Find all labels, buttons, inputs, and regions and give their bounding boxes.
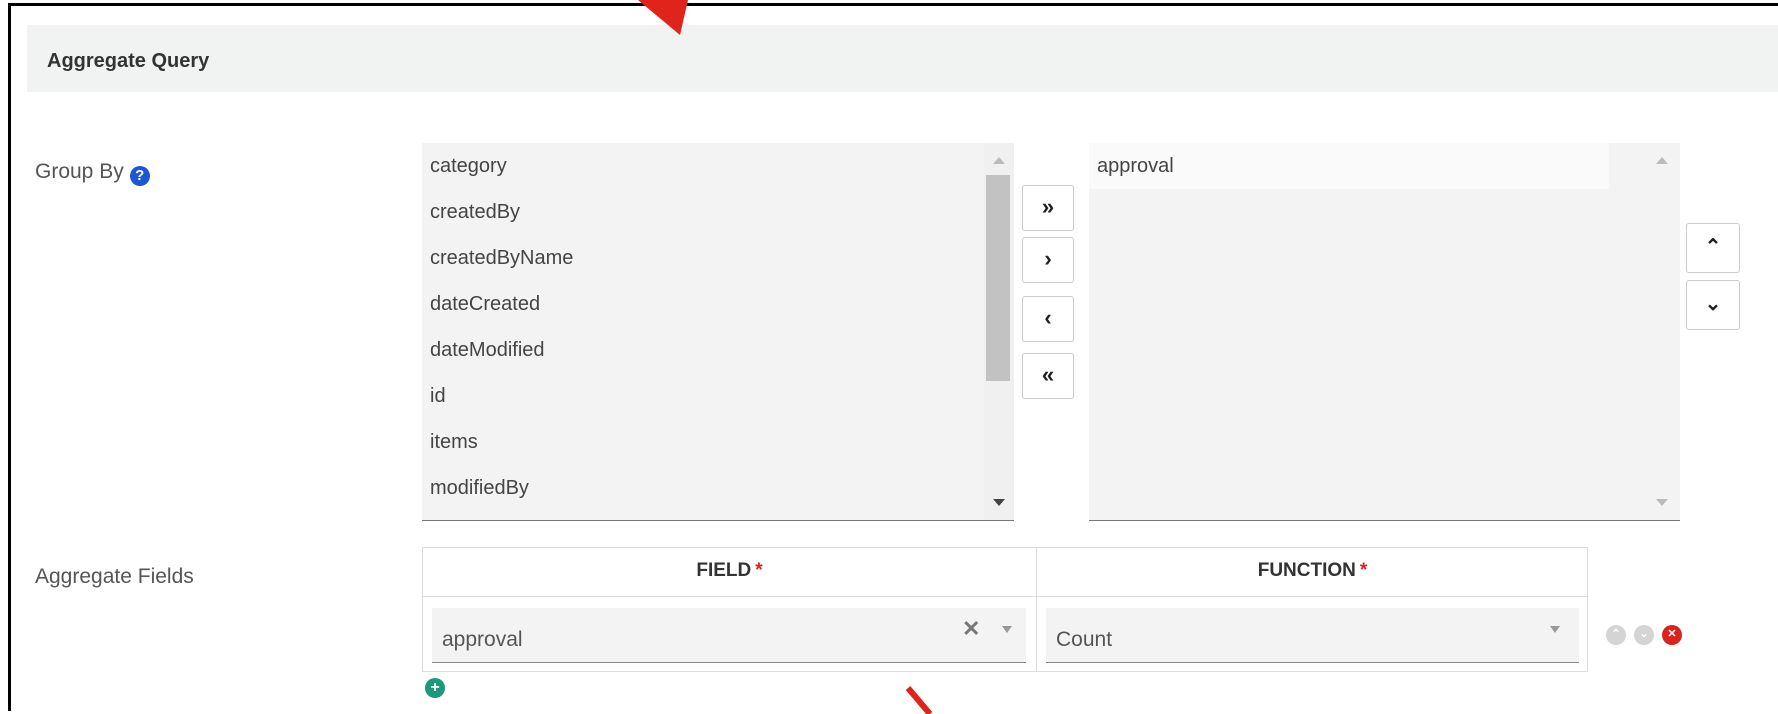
annotation-arrow-bottom	[905, 686, 933, 714]
annotation-arrow-top	[638, 0, 688, 35]
annotation-arrows	[638, 0, 933, 714]
